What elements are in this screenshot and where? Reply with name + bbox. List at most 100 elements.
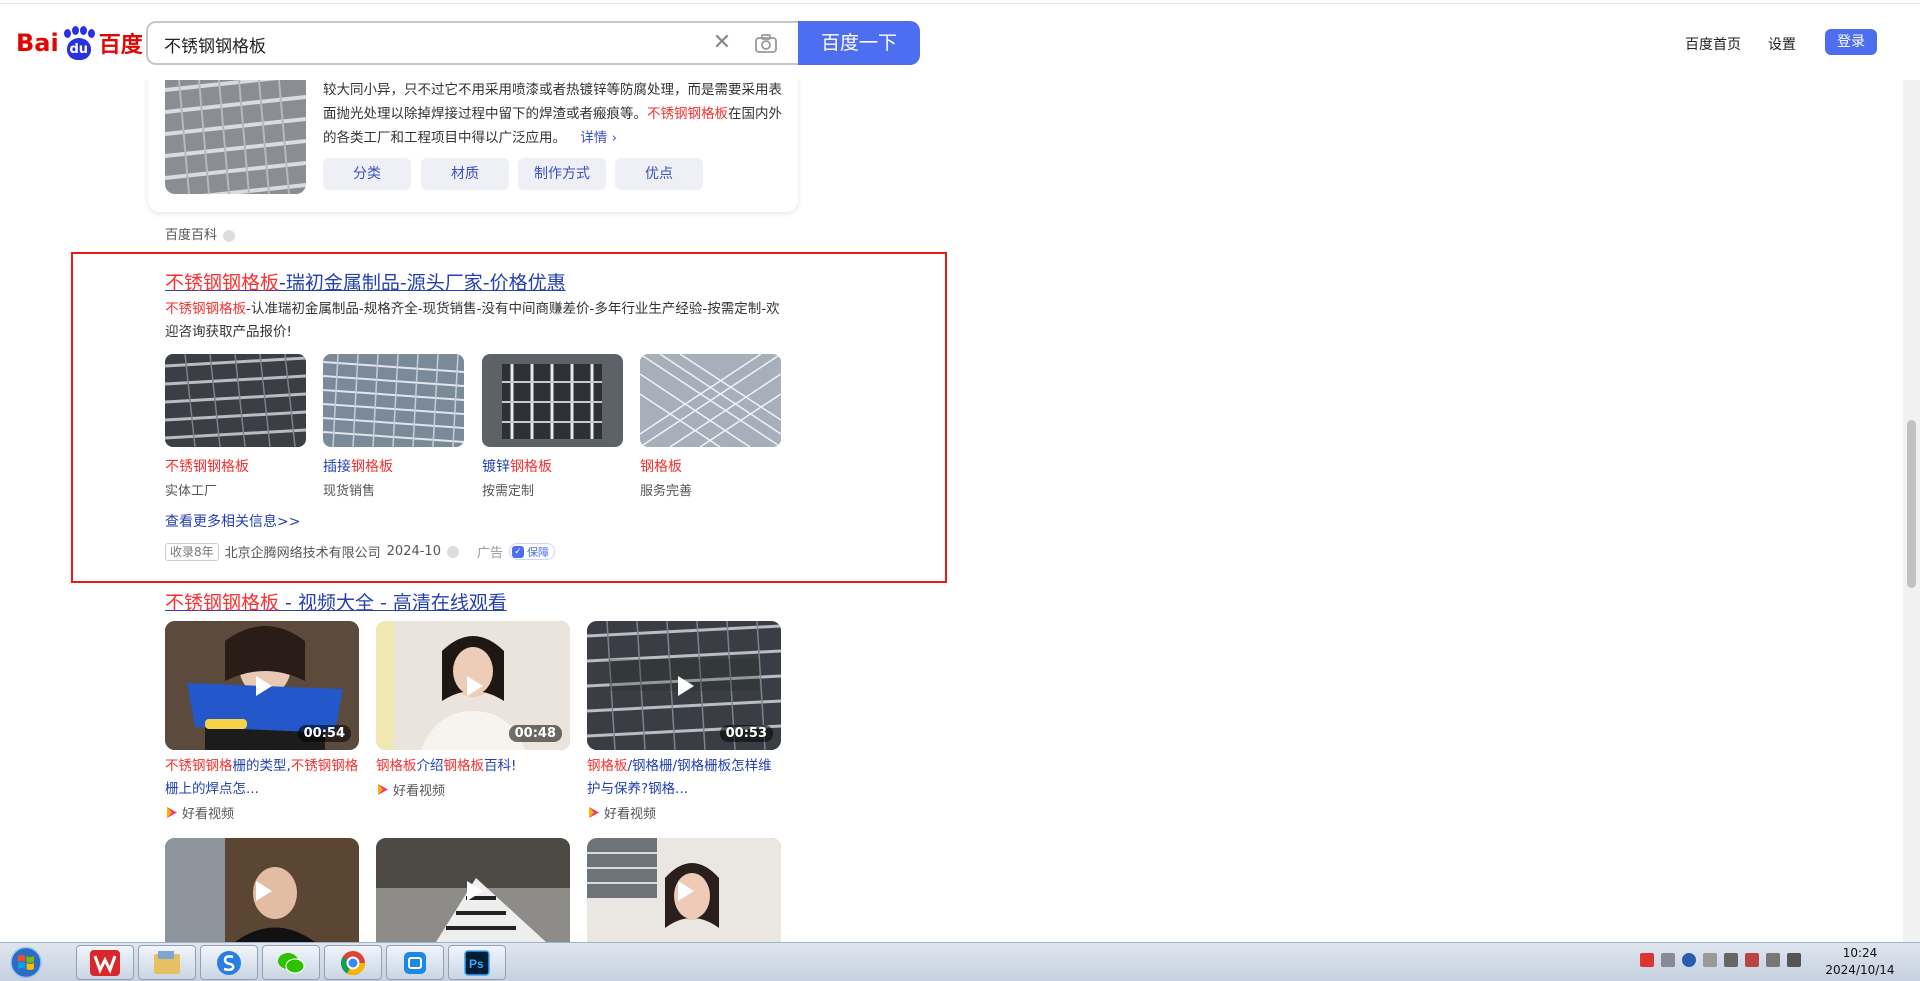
clock-time: 10:24: [1842, 946, 1878, 960]
ad-thumb-3[interactable]: [482, 354, 623, 447]
play-icon: [256, 881, 272, 901]
explorer-taskbar-icon[interactable]: [138, 945, 196, 980]
video-duration: 00:53: [719, 725, 773, 742]
video-thumb-3[interactable]: 00:53: [587, 621, 781, 750]
video-thumb-6[interactable]: [587, 838, 781, 942]
ad-title-rest: -瑞初金属制品-源头厂家-价格优惠: [279, 272, 566, 294]
video-thumb-1[interactable]: 00:54: [165, 621, 359, 750]
tray-icon[interactable]: [1661, 953, 1675, 967]
shield-icon: ✓: [512, 545, 524, 558]
ad-thumb-2[interactable]: [323, 354, 464, 447]
guarantee-badge[interactable]: ✓ 保障: [509, 543, 555, 560]
chip-category[interactable]: 分类: [323, 158, 411, 190]
search-input[interactable]: [164, 32, 684, 56]
play-icon: [256, 676, 272, 696]
ad-date: 2024-10: [386, 544, 441, 559]
ad-item-sub-2: 现货销售: [323, 484, 376, 499]
video-results-title[interactable]: 不锈钢钢格板 - 视频大全 - 高清在线观看: [165, 588, 507, 615]
video-source-2[interactable]: 好看视频: [376, 780, 445, 799]
ad-thumb-4[interactable]: [640, 354, 781, 447]
chip-material[interactable]: 材质: [421, 158, 509, 190]
system-tray[interactable]: [1640, 953, 1801, 967]
video-source-name: 好看视频: [393, 784, 446, 799]
video-caption-3[interactable]: 钢格板/钢格栅/钢格栅板怎样维护与保养?钢格...: [587, 755, 781, 801]
video-source-3[interactable]: 好看视频: [587, 803, 656, 822]
chevron-up-icon[interactable]: [1724, 953, 1738, 967]
paw-icon: du: [61, 26, 97, 60]
ad-item-label-3[interactable]: 镀锌钢格板: [482, 456, 552, 476]
video-thumb-2[interactable]: 00:48: [376, 621, 570, 750]
ad-item-sub-4: 服务完善: [640, 484, 693, 499]
source-info-icon[interactable]: [223, 229, 236, 242]
guarantee-label: 保障: [527, 545, 549, 559]
video-thumb-5[interactable]: [376, 838, 570, 942]
video-title-keyword: 不锈钢钢格板: [165, 592, 280, 614]
haokan-icon: [378, 784, 388, 795]
taskbar-clock[interactable]: 10:24 2024/10/14: [1815, 945, 1905, 979]
play-icon: [678, 676, 694, 696]
ad-title-link[interactable]: 不锈钢钢格板-瑞初金属制品-源头厂家-价格优惠: [165, 268, 566, 295]
video-source-1[interactable]: 好看视频: [165, 803, 234, 822]
tray-icon[interactable]: [1703, 953, 1717, 967]
browser-page: Bai du 百度 ✕ 百度一下 百度首页 设置 登录: [0, 0, 1920, 981]
search-header: Bai du 百度 ✕ 百度一下 百度首页 设置 登录: [0, 0, 1920, 80]
ad-item-label-4[interactable]: 钢格板: [640, 456, 682, 476]
login-button[interactable]: 登录: [1825, 29, 1877, 55]
video-source-name: 好看视频: [604, 807, 657, 822]
scrollbar-thumb[interactable]: [1907, 420, 1916, 588]
video-caption-2[interactable]: 钢格板介绍钢格板百科!: [376, 755, 570, 778]
home-link[interactable]: 百度首页: [1685, 34, 1741, 54]
chip-advantage[interactable]: 优点: [615, 158, 703, 190]
baike-source-name: 百度百科: [165, 228, 218, 243]
baidu-logo[interactable]: Bai du 百度: [16, 23, 143, 63]
chrome-taskbar-icon[interactable]: [324, 945, 382, 980]
top-divider: [0, 0, 1920, 4]
video-source-name: 好看视频: [182, 807, 235, 822]
search-button[interactable]: 百度一下: [798, 21, 920, 65]
chip-method[interactable]: 制作方式: [518, 158, 606, 190]
search-box: ✕: [146, 21, 798, 65]
logo-text-du: du: [66, 38, 91, 60]
ad-item-label-2[interactable]: 插接钢格板: [323, 456, 393, 476]
baike-image[interactable]: [165, 80, 306, 194]
ad-info-icon[interactable]: [446, 545, 459, 558]
wps-taskbar-icon[interactable]: [76, 945, 134, 980]
help-icon[interactable]: [1682, 953, 1696, 967]
ad-footer: 收录8年 北京企腾网络技术有限公司 2024-10 广告 ✓ 保障: [165, 542, 555, 561]
play-icon: [678, 881, 694, 901]
ad-item-sub-1: 实体工厂: [165, 484, 218, 499]
ad-more-link[interactable]: 查看更多相关信息>>: [165, 511, 300, 531]
wechat-taskbar-icon[interactable]: [262, 945, 320, 980]
page-scrollbar[interactable]: [1903, 0, 1920, 942]
clock-date: 2024/10/14: [1825, 963, 1895, 977]
ad-item-label-1[interactable]: 不锈钢钢格板: [165, 456, 249, 476]
ad-tag[interactable]: 广告: [477, 542, 503, 561]
video-caption-1[interactable]: 不锈钢钢格栅的类型,不锈钢钢格栅上的焊点怎...: [165, 755, 359, 801]
taskbar: Ps 10:24 2024/10/14: [0, 942, 1920, 981]
ad-description: 不锈钢钢格板-认准瑞初金属制品-规格齐全-现货销售-没有中间商赚差价-多年行业生…: [165, 298, 785, 344]
windows-start-icon[interactable]: [4, 945, 48, 980]
network-icon[interactable]: [1745, 953, 1759, 967]
video-thumb-4[interactable]: [165, 838, 359, 942]
photoshop-taskbar-icon[interactable]: Ps: [448, 945, 506, 980]
sogou-taskbar-icon[interactable]: [200, 945, 258, 980]
camera-icon[interactable]: [754, 32, 778, 56]
logo-text-bai: Bai: [16, 29, 59, 57]
settings-link[interactable]: 设置: [1768, 34, 1796, 54]
app-taskbar-icon[interactable]: [386, 945, 444, 980]
baike-more-link[interactable]: 详情 ›: [580, 130, 617, 146]
tray-icon[interactable]: [1640, 953, 1654, 967]
record-badge: 收录8年: [165, 542, 219, 561]
ad-thumb-1[interactable]: [165, 354, 306, 447]
clear-icon[interactable]: ✕: [710, 31, 734, 55]
ad-title-keyword: 不锈钢钢格板: [165, 272, 280, 294]
baike-source[interactable]: 百度百科: [165, 224, 236, 243]
play-icon: [467, 676, 483, 696]
video-duration: 00:54: [297, 725, 351, 742]
ad-company[interactable]: 北京企腾网络技术有限公司: [225, 542, 381, 561]
display-icon[interactable]: [1766, 953, 1780, 967]
volume-icon[interactable]: [1787, 953, 1801, 967]
logo-text-cn: 百度: [98, 33, 143, 58]
haokan-icon: [167, 807, 177, 818]
ad-desc-text: -认准瑞初金属制品-规格齐全-现货销售-没有中间商赚差价-多年行业生产经验-按需…: [165, 301, 780, 340]
